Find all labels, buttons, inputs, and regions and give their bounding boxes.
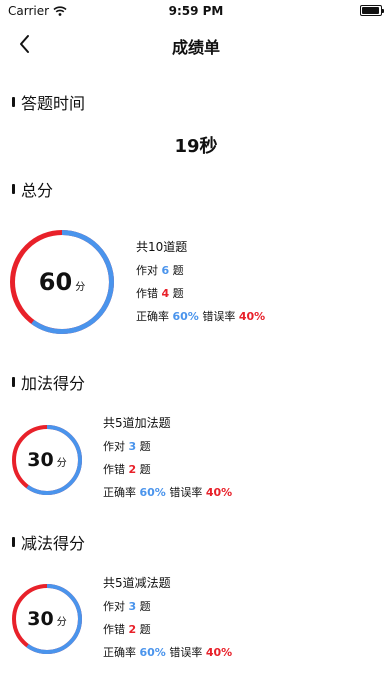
total-question-count: 共10道题 bbox=[136, 240, 188, 254]
question-unit: 题 bbox=[139, 623, 151, 636]
subtraction-wrong-line: 作错 2 题 bbox=[103, 618, 232, 641]
subtraction-section-title: 减法得分 bbox=[21, 534, 86, 553]
total-score-unit: 分 bbox=[75, 282, 86, 293]
time-section-title: 答题时间 bbox=[21, 94, 86, 113]
status-bar: Carrier 9:59 PM bbox=[0, 0, 392, 22]
addition-section-title: 加法得分 bbox=[21, 374, 86, 393]
subtraction-stats: 共5道减法题 作对 3 题 作错 2 题 正确率 60% 错误率 40% bbox=[103, 572, 232, 664]
section-marker bbox=[12, 537, 15, 547]
correct-count: 3 bbox=[128, 440, 137, 453]
addition-rate-line: 正确率 60% 错误率 40% bbox=[103, 481, 232, 504]
total-rate-line: 正确率 60% 错误率 40% bbox=[136, 305, 265, 328]
subtraction-question-count: 共5道减法题 bbox=[103, 576, 171, 590]
addition-score-value: 30 bbox=[27, 449, 54, 471]
addition-score-unit: 分 bbox=[56, 458, 67, 469]
error-rate-label: 错误率 bbox=[169, 646, 203, 659]
wrong-count: 2 bbox=[128, 623, 137, 636]
answer-time-value: 19秒 bbox=[174, 136, 218, 157]
total-correct-line: 作对 6 题 bbox=[136, 259, 265, 282]
total-score-value: 60 bbox=[38, 268, 73, 296]
correct-rate-value: 60% bbox=[139, 646, 166, 659]
error-rate-value: 40% bbox=[205, 646, 233, 659]
subtraction-score-ring: 30 分 bbox=[12, 584, 82, 654]
correct-rate-label: 正确率 bbox=[136, 310, 169, 323]
error-rate-label: 错误率 bbox=[169, 486, 203, 499]
wrong-label: 作错 bbox=[136, 287, 158, 300]
total-score-ring: 60 分 bbox=[10, 230, 114, 334]
error-rate-value: 40% bbox=[238, 310, 266, 323]
question-unit: 题 bbox=[139, 600, 151, 613]
subtraction-score-label: 30 分 bbox=[12, 608, 82, 630]
question-unit: 题 bbox=[139, 440, 151, 453]
battery-icon bbox=[360, 5, 384, 16]
subtraction-correct-line: 作对 3 题 bbox=[103, 595, 232, 618]
error-rate-value: 40% bbox=[205, 486, 233, 499]
addition-score-label: 30 分 bbox=[12, 449, 82, 471]
addition-section-header: 加法得分 bbox=[12, 370, 85, 394]
wrong-label: 作错 bbox=[103, 623, 125, 636]
addition-wrong-line: 作错 2 题 bbox=[103, 458, 232, 481]
status-time: 9:59 PM bbox=[168, 4, 224, 18]
question-unit: 题 bbox=[139, 463, 151, 476]
subtraction-section-header: 减法得分 bbox=[12, 530, 85, 554]
question-unit: 题 bbox=[172, 264, 184, 277]
addition-score-ring: 30 分 bbox=[12, 425, 82, 495]
addition-stats: 共5道加法题 作对 3 题 作错 2 题 正确率 60% 错误率 40% bbox=[103, 412, 232, 504]
total-section-title: 总分 bbox=[21, 181, 54, 200]
time-section-header: 答题时间 bbox=[12, 90, 85, 114]
correct-rate-value: 60% bbox=[139, 486, 166, 499]
total-wrong-line: 作错 4 题 bbox=[136, 282, 265, 305]
subtraction-score-value: 30 bbox=[27, 608, 54, 630]
nav-bar: 成绩单 bbox=[0, 22, 392, 66]
correct-rate-label: 正确率 bbox=[103, 646, 136, 659]
addition-question-count: 共5道加法题 bbox=[103, 416, 171, 430]
wrong-label: 作错 bbox=[103, 463, 125, 476]
subtraction-rate-line: 正确率 60% 错误率 40% bbox=[103, 641, 232, 664]
correct-label: 作对 bbox=[103, 440, 125, 453]
total-stats: 共10道题 作对 6 题 作错 4 题 正确率 60% 错误率 40% bbox=[136, 236, 265, 328]
correct-rate-value: 60% bbox=[172, 310, 199, 323]
total-section-header: 总分 bbox=[12, 177, 53, 201]
section-marker bbox=[12, 184, 15, 194]
question-unit: 题 bbox=[172, 287, 184, 300]
correct-count: 3 bbox=[128, 600, 137, 613]
correct-count: 6 bbox=[161, 264, 170, 277]
page-title: 成绩单 bbox=[171, 38, 220, 57]
correct-rate-label: 正确率 bbox=[103, 486, 136, 499]
section-marker bbox=[12, 97, 15, 107]
section-marker bbox=[12, 377, 15, 387]
correct-label: 作对 bbox=[136, 264, 158, 277]
wrong-count: 4 bbox=[161, 287, 170, 300]
total-score-label: 60 分 bbox=[10, 268, 114, 296]
error-rate-label: 错误率 bbox=[202, 310, 236, 323]
wrong-count: 2 bbox=[128, 463, 137, 476]
addition-correct-line: 作对 3 题 bbox=[103, 435, 232, 458]
subtraction-score-unit: 分 bbox=[56, 617, 67, 628]
correct-label: 作对 bbox=[103, 600, 125, 613]
